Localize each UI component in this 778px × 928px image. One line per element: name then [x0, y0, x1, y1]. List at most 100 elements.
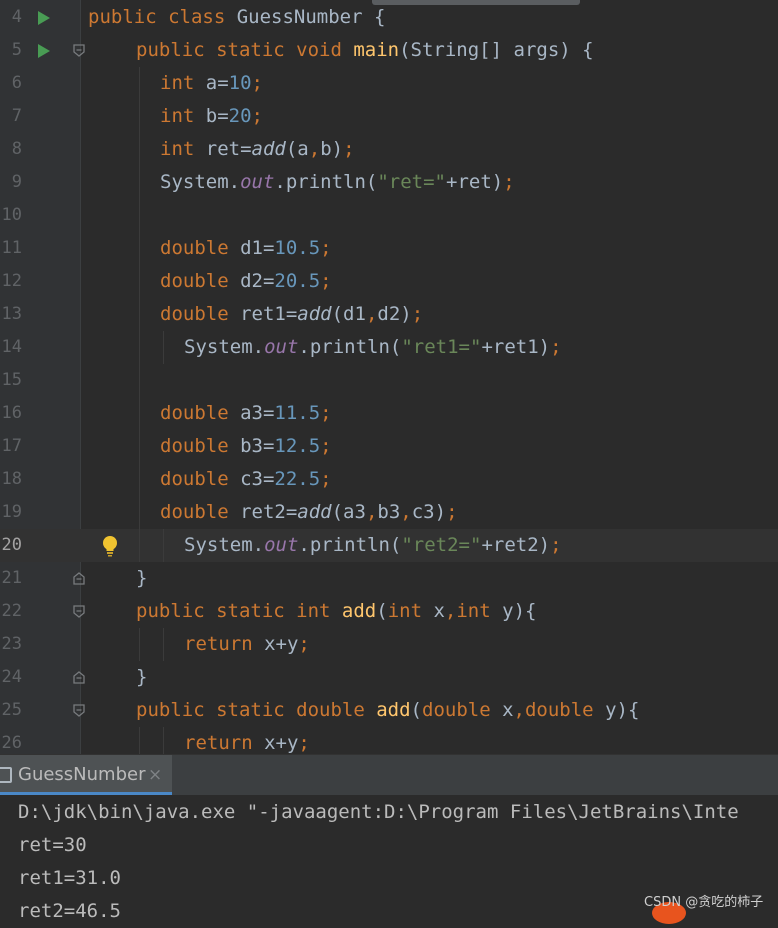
line-number[interactable]: 5 — [0, 34, 22, 67]
line-number[interactable]: 22 — [0, 595, 22, 628]
code-text[interactable]: System.out.println("ret="+ret); — [160, 166, 515, 199]
code-text[interactable]: } — [136, 562, 147, 595]
code-text[interactable]: double b3=12.5; — [160, 430, 332, 463]
code-text[interactable]: double a3=11.5; — [160, 397, 332, 430]
tab-guessnumber[interactable]: GuessNumber × — [0, 755, 172, 795]
code-line[interactable]: 20 System.out.println("ret2="+ret2); — [0, 529, 778, 562]
code-line[interactable]: 22 public static int add(int x,int y){ — [0, 595, 778, 628]
console-line-output[interactable]: ret2=46.5 — [18, 895, 121, 928]
code-token: double — [160, 468, 241, 490]
code-text[interactable]: int b=20; — [160, 100, 263, 133]
code-line[interactable]: 13 double ret1=add(d1,d2); — [0, 298, 778, 331]
line-number[interactable]: 14 — [0, 331, 22, 364]
code-text[interactable]: double c3=22.5; — [160, 463, 332, 496]
code-line[interactable]: 25 public static double add(double x,doub… — [0, 694, 778, 727]
code-token: return — [184, 633, 265, 655]
code-editor[interactable]: 4 public class GuessNumber { 5 public stati… — [0, 0, 778, 754]
code-token: GuessNumber { — [236, 6, 386, 28]
line-number[interactable]: 12 — [0, 265, 22, 298]
code-token: ; — [320, 402, 332, 424]
code-text[interactable]: return x+y; — [184, 727, 310, 754]
code-text[interactable]: } — [136, 661, 147, 694]
code-text[interactable]: int a=10; — [160, 67, 263, 100]
code-line[interactable]: 14 System.out.println("ret1="+ret1); — [0, 331, 778, 364]
code-text[interactable]: public static void main(String[] args) { — [136, 34, 594, 67]
code-line[interactable]: 5 public static void main(String[] args) … — [0, 34, 778, 67]
code-token: System. — [160, 171, 241, 193]
code-line[interactable]: 26 return x+y; — [0, 727, 778, 754]
line-number[interactable]: 21 — [0, 562, 22, 595]
code-text[interactable]: public class GuessNumber { — [88, 1, 385, 34]
console-line-output[interactable]: ret1=31.0 — [18, 862, 121, 895]
code-line[interactable]: 23 return x+y; — [0, 628, 778, 661]
fold-icon[interactable] — [73, 671, 85, 684]
line-number[interactable]: 11 — [0, 232, 22, 265]
fold-icon[interactable] — [73, 572, 85, 585]
line-number[interactable]: 6 — [0, 67, 22, 100]
code-text[interactable]: double d1=10.5; — [160, 232, 332, 265]
line-number[interactable]: 16 — [0, 397, 22, 430]
code-text[interactable]: int ret=add(a,b); — [160, 133, 355, 166]
code-line[interactable]: 18 double c3=22.5; — [0, 463, 778, 496]
code-token: d2= — [240, 270, 275, 292]
code-line[interactable]: 6 int a=10; — [0, 67, 778, 100]
code-token: x — [433, 600, 445, 622]
line-number[interactable]: 19 — [0, 496, 22, 529]
code-token: return — [184, 732, 265, 754]
fold-icon[interactable] — [73, 605, 85, 618]
console-line-command[interactable]: D:\jdk\bin\java.exe "-javaagent:D:\Progr… — [18, 796, 739, 829]
line-number[interactable]: 9 — [0, 166, 22, 199]
line-number[interactable]: 4 — [0, 1, 22, 34]
code-text[interactable]: System.out.println("ret2="+ret2); — [184, 529, 562, 562]
line-number[interactable]: 26 — [0, 727, 22, 754]
code-text[interactable]: public static double add(double x,double… — [136, 694, 639, 727]
code-line[interactable]: 21} — [0, 562, 778, 595]
code-token: ; — [503, 171, 515, 193]
code-text[interactable]: double ret2=add(a3,b3,c3); — [160, 496, 458, 529]
code-token: double — [524, 699, 606, 721]
line-number[interactable]: 8 — [0, 133, 22, 166]
code-line[interactable]: 19 double ret2=add(a3,b3,c3); — [0, 496, 778, 529]
code-text[interactable]: System.out.println("ret1="+ret1); — [184, 331, 562, 364]
line-number[interactable]: 20 — [0, 529, 22, 562]
code-text[interactable]: return x+y; — [184, 628, 310, 661]
line-number[interactable]: 24 — [0, 661, 22, 694]
fold-icon[interactable] — [73, 704, 85, 717]
line-number[interactable]: 15 — [0, 364, 22, 397]
code-line[interactable]: 8 int ret=add(a,b); — [0, 133, 778, 166]
code-line[interactable]: 9 System.out.println("ret="+ret); — [0, 166, 778, 199]
code-token: (a3 — [331, 501, 366, 523]
code-text[interactable]: public static int add(int x,int y){ — [136, 595, 536, 628]
code-line[interactable]: 15 — [0, 364, 778, 397]
line-number[interactable]: 10 — [0, 199, 22, 232]
code-line[interactable]: 17 double b3=12.5; — [0, 430, 778, 463]
line-number[interactable]: 25 — [0, 694, 22, 727]
line-number[interactable]: 18 — [0, 463, 22, 496]
indent-guide — [139, 727, 140, 754]
code-text[interactable]: double d2=20.5; — [160, 265, 332, 298]
run-gutter-icon[interactable] — [38, 11, 50, 25]
code-line[interactable]: 4 public class GuessNumber { — [0, 1, 778, 34]
lightbulb-icon[interactable] — [100, 534, 120, 558]
line-number[interactable]: 23 — [0, 628, 22, 661]
code-line[interactable]: 10 — [0, 199, 778, 232]
line-number[interactable]: 13 — [0, 298, 22, 331]
code-line[interactable]: 16 double a3=11.5; — [0, 397, 778, 430]
code-token: 22.5 — [274, 468, 321, 490]
code-token: +ret) — [446, 171, 504, 193]
code-line[interactable]: 11 double d1=10.5; — [0, 232, 778, 265]
code-text[interactable]: double ret1=add(d1,d2); — [160, 298, 423, 331]
line-number[interactable]: 17 — [0, 430, 22, 463]
fold-icon[interactable] — [73, 44, 85, 57]
code-line[interactable]: 24} — [0, 661, 778, 694]
code-token: } — [136, 666, 148, 688]
line-number[interactable]: 7 — [0, 100, 22, 133]
console-line-output[interactable]: ret=30 — [18, 829, 87, 862]
indent-guide — [139, 463, 140, 496]
close-icon[interactable]: × — [148, 755, 162, 795]
code-token: public static double — [136, 699, 377, 721]
code-token: double — [160, 237, 241, 259]
run-gutter-icon[interactable] — [38, 44, 50, 58]
code-line[interactable]: 7 int b=20; — [0, 100, 778, 133]
code-line[interactable]: 12 double d2=20.5; — [0, 265, 778, 298]
